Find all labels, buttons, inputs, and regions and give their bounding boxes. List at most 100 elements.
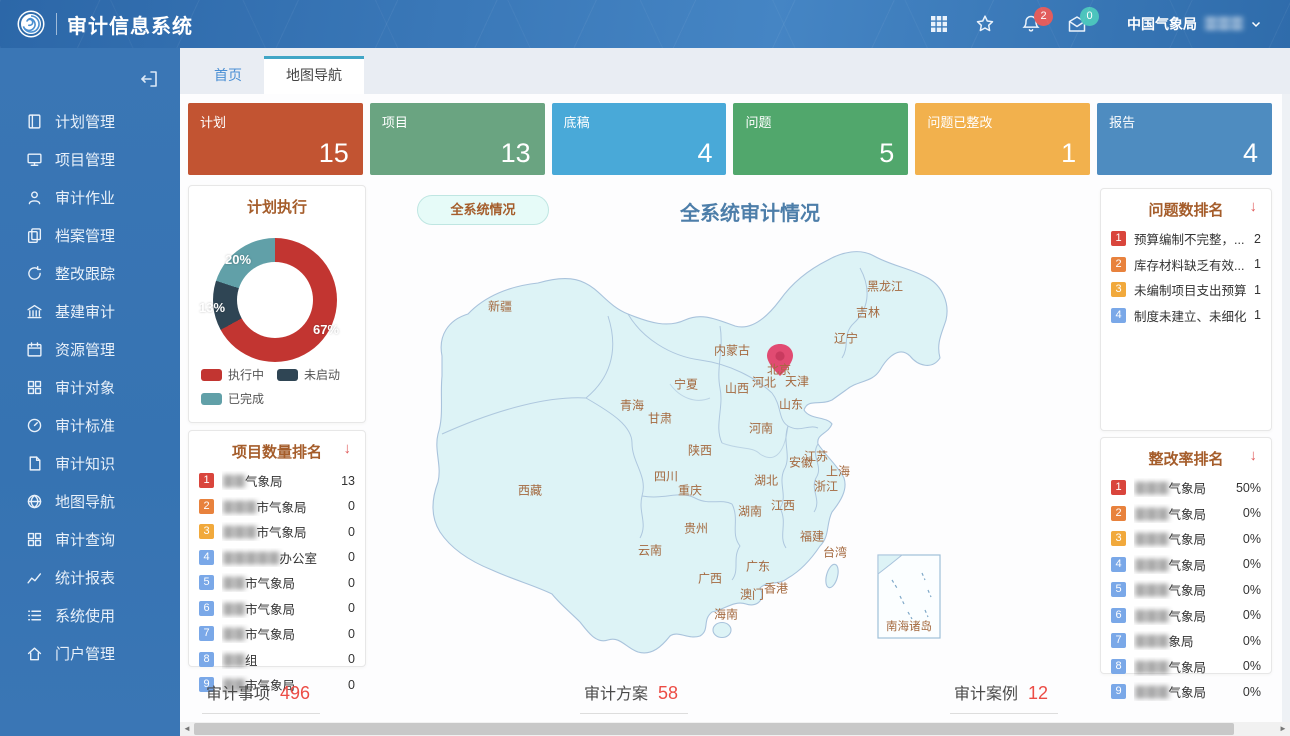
province-label-江苏[interactable]: 江苏 — [804, 448, 828, 465]
rank-row[interactable]: 2〓〓〓气象局0% — [1111, 501, 1261, 527]
stat-card-计划[interactable]: 计划15 — [188, 103, 363, 175]
province-label-黑龙江[interactable]: 黑龙江 — [867, 278, 903, 295]
province-label-吉林[interactable]: 吉林 — [856, 304, 880, 321]
sidebar-item-项目管理[interactable]: 项目管理 — [0, 140, 180, 178]
sidebar-item-审计查询[interactable]: 审计查询 — [0, 520, 180, 558]
rank-row[interactable]: 5〓〓市气象局0 — [199, 570, 355, 596]
sidebar-item-系统使用[interactable]: 系统使用 — [0, 596, 180, 634]
province-label-山西[interactable]: 山西 — [725, 380, 749, 397]
rank-row[interactable]: 4〓〓〓气象局0% — [1111, 552, 1261, 578]
province-label-云南[interactable]: 云南 — [638, 542, 662, 559]
rank-row[interactable]: 4制度未建立、未细化1 — [1111, 303, 1261, 329]
province-label-台湾[interactable]: 台湾 — [823, 544, 847, 561]
province-label-青海[interactable]: 青海 — [620, 397, 644, 414]
rank-row[interactable]: 6〓〓〓气象局0% — [1111, 603, 1261, 629]
sidebar-item-计划管理[interactable]: 计划管理 — [0, 102, 180, 140]
sidebar-item-档案管理[interactable]: 档案管理 — [0, 216, 180, 254]
system-scope-chip[interactable]: 全系统情况 — [417, 195, 549, 225]
stat-card-问题[interactable]: 问题5 — [733, 103, 908, 175]
sidebar-item-整改跟踪[interactable]: 整改跟踪 — [0, 254, 180, 292]
rank-row[interactable]: 1〓〓〓气象局50% — [1111, 475, 1261, 501]
rank-row[interactable]: 2〓〓〓市气象局0 — [199, 494, 355, 520]
stat-card-底稿[interactable]: 底稿4 — [552, 103, 727, 175]
legend-item-已完成[interactable]: 已完成 — [201, 390, 277, 407]
legend-item-执行中[interactable]: 执行中 — [201, 366, 277, 383]
rank-row[interactable]: 5〓〓〓气象局0% — [1111, 577, 1261, 603]
rank-row[interactable]: 7〓〓〓象局0% — [1111, 628, 1261, 654]
tab-首页[interactable]: 首页 — [192, 57, 264, 94]
stat-card-label: 计划 — [200, 112, 351, 131]
province-label-新疆[interactable]: 新疆 — [488, 298, 512, 315]
province-label-江西[interactable]: 江西 — [771, 497, 795, 514]
province-label-宁夏[interactable]: 宁夏 — [674, 376, 698, 393]
rank-value: 50% — [1236, 481, 1261, 495]
stat-card-项目[interactable]: 项目13 — [370, 103, 545, 175]
province-label-河北[interactable]: 河北 — [752, 374, 776, 391]
rank-row[interactable]: 7〓〓市气象局0 — [199, 621, 355, 647]
province-label-浙江[interactable]: 浙江 — [814, 478, 838, 495]
province-label-甘肃[interactable]: 甘肃 — [648, 410, 672, 427]
legend-item-未启动[interactable]: 未启动 — [277, 366, 353, 383]
pct-label-notstarted: 13% — [199, 300, 225, 315]
rank-row[interactable]: 6〓〓市气象局0 — [199, 596, 355, 622]
sidebar-item-label: 门户管理 — [55, 643, 115, 664]
province-label-河南[interactable]: 河南 — [749, 420, 773, 437]
scroll-left-arrow-icon[interactable]: ◄ — [180, 722, 194, 736]
province-label-重庆[interactable]: 重庆 — [678, 482, 702, 499]
province-label-香港[interactable]: 香港 — [764, 580, 788, 597]
province-label-山东[interactable]: 山东 — [779, 396, 803, 413]
sidebar-item-审计知识[interactable]: 审计知识 — [0, 444, 180, 482]
scroll-right-arrow-icon[interactable]: ► — [1276, 722, 1290, 736]
rank-row[interactable]: 4〓〓〓〓〓办公室0 — [199, 545, 355, 571]
province-label-天津[interactable]: 天津 — [785, 373, 809, 390]
province-label-广东[interactable]: 广东 — [746, 558, 770, 575]
rank-row[interactable]: 8〓〓组0 — [199, 647, 355, 673]
favorite-star-icon[interactable] — [975, 14, 995, 34]
horizontal-scrollbar[interactable]: ◄ ► — [180, 722, 1290, 736]
province-label-湖北[interactable]: 湖北 — [754, 472, 778, 489]
china-map[interactable]: 新疆黑龙江吉林辽宁内蒙古北京天津河北山西宁夏山东河南陕西青海甘肃四川重庆西藏贵州… — [380, 228, 1080, 668]
rank-name: 〓〓〓气象局 — [1134, 682, 1237, 701]
notifications-bell-icon[interactable]: 2 — [1021, 14, 1041, 34]
sort-descending-icon[interactable]: ↓ — [344, 440, 352, 457]
scrollbar-thumb[interactable] — [194, 723, 1234, 735]
province-label-内蒙古[interactable]: 内蒙古 — [714, 342, 750, 359]
sidebar-item-审计对象[interactable]: 审计对象 — [0, 368, 180, 406]
tab-地图导航[interactable]: 地图导航 — [264, 56, 364, 94]
sidebar-item-基建审计[interactable]: 基建审计 — [0, 292, 180, 330]
vertical-scrollbar[interactable] — [1282, 94, 1290, 722]
sidebar-item-地图导航[interactable]: 地图导航 — [0, 482, 180, 520]
rank-row[interactable]: 8〓〓〓气象局0% — [1111, 654, 1261, 680]
province-label-陕西[interactable]: 陕西 — [688, 442, 712, 459]
rank-row[interactable]: 9〓〓〓气象局0% — [1111, 679, 1261, 705]
rank-row[interactable]: 2库存材料缺乏有效...1 — [1111, 252, 1261, 278]
sidebar-item-审计作业[interactable]: 审计作业 — [0, 178, 180, 216]
province-label-湖南[interactable]: 湖南 — [738, 503, 762, 520]
messages-mail-icon[interactable]: 0 — [1067, 14, 1087, 34]
rank-row[interactable]: 1预算编制不完整，...2 — [1111, 226, 1261, 252]
province-label-澳门[interactable]: 澳门 — [740, 586, 764, 603]
rank-name: 〓〓市气象局 — [222, 573, 342, 592]
sidebar-item-资源管理[interactable]: 资源管理 — [0, 330, 180, 368]
apps-grid-icon[interactable] — [929, 14, 949, 34]
province-label-贵州[interactable]: 贵州 — [684, 520, 708, 537]
province-label-西藏[interactable]: 西藏 — [518, 482, 542, 499]
sidebar-item-统计报表[interactable]: 统计报表 — [0, 558, 180, 596]
rank-row[interactable]: 3〓〓〓市气象局0 — [199, 519, 355, 545]
sort-descending-icon[interactable]: ↓ — [1250, 447, 1258, 464]
rank-row[interactable]: 1〓〓气象局13 — [199, 468, 355, 494]
province-label-辽宁[interactable]: 辽宁 — [834, 330, 858, 347]
rank-row[interactable]: 3〓〓〓气象局0% — [1111, 526, 1261, 552]
province-label-广西[interactable]: 广西 — [698, 570, 722, 587]
sidebar-collapse-icon[interactable] — [138, 68, 160, 90]
sidebar-item-审计标准[interactable]: 审计标准 — [0, 406, 180, 444]
sort-descending-icon[interactable]: ↓ — [1250, 198, 1258, 215]
stat-card-问题已整改[interactable]: 问题已整改1 — [915, 103, 1090, 175]
stat-card-报告[interactable]: 报告4 — [1097, 103, 1272, 175]
province-label-海南[interactable]: 海南 — [714, 606, 738, 623]
province-label-福建[interactable]: 福建 — [800, 528, 824, 545]
sidebar-item-门户管理[interactable]: 门户管理 — [0, 634, 180, 672]
user-menu[interactable]: 中国气象局 〓〓〓 — [1127, 14, 1262, 34]
rank-row[interactable]: 3未编制项目支出预算1 — [1111, 277, 1261, 303]
province-label-四川[interactable]: 四川 — [654, 468, 678, 485]
